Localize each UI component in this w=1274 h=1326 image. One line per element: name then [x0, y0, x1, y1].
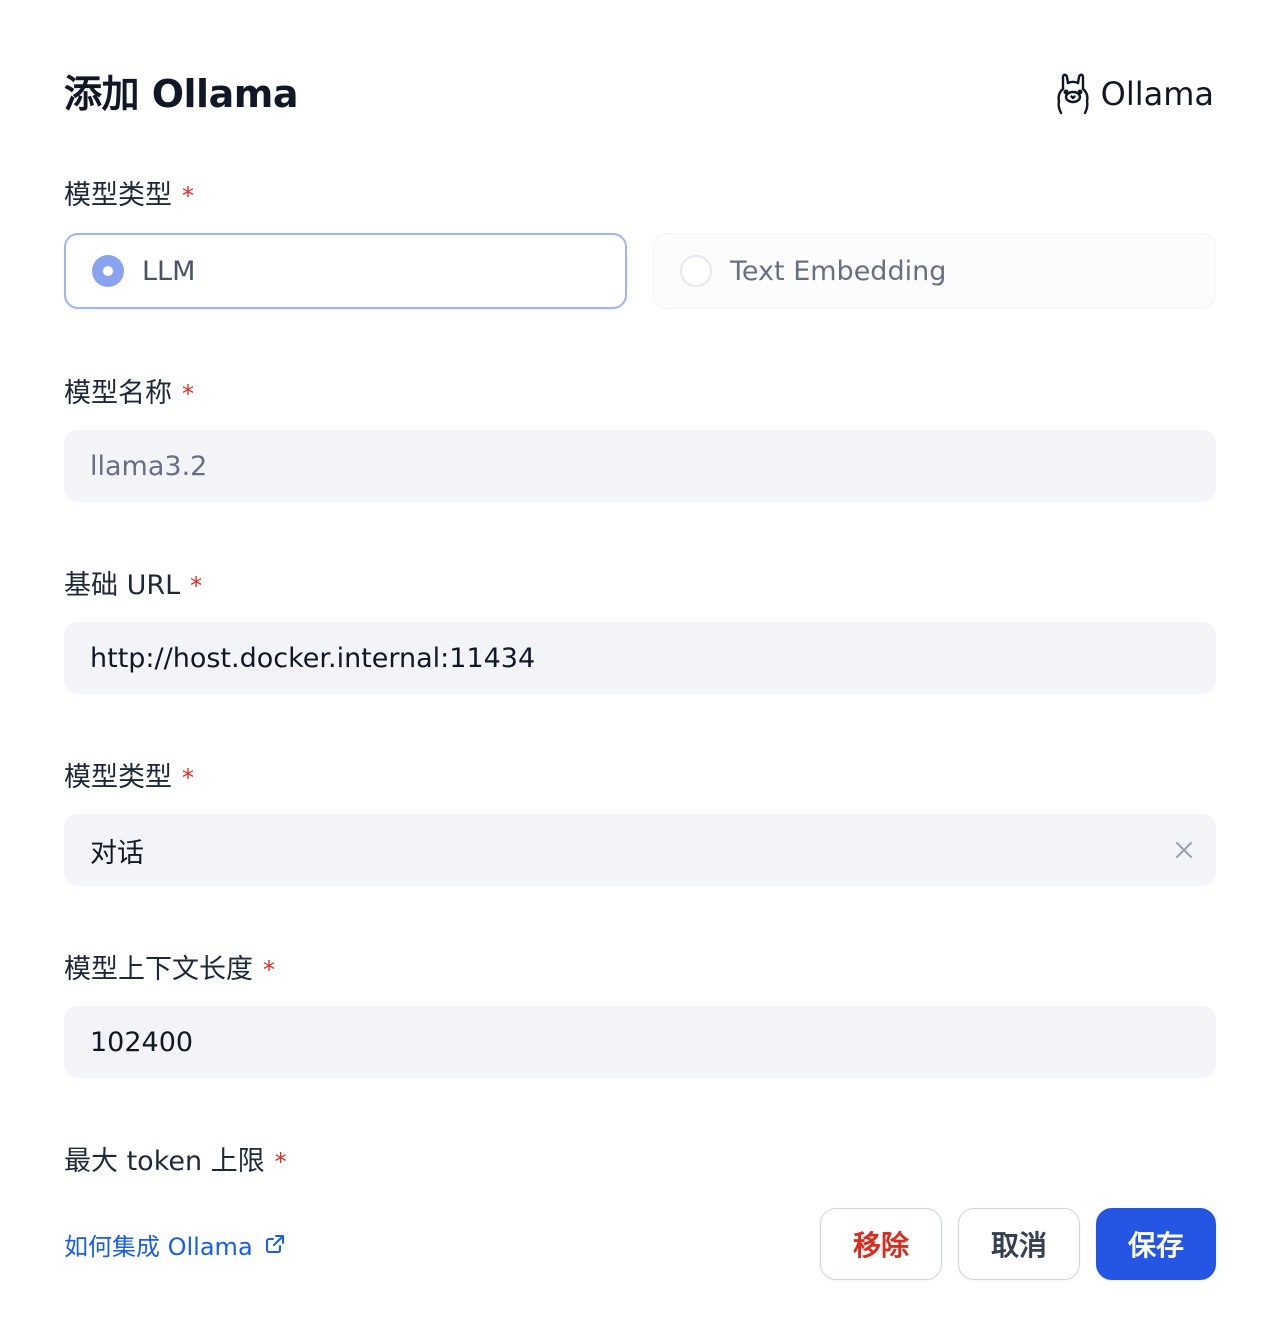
- model-type-option-label: Text Embedding: [730, 255, 947, 287]
- add-model-dialog: 添加 Ollama Ollama 模型类型 * LLM Text Embeddi…: [0, 0, 1274, 1326]
- required-mark: *: [182, 764, 194, 792]
- dialog-header: 添加 Ollama Ollama: [64, 70, 1214, 118]
- base-url-value: http://host.docker.internal:11434: [90, 642, 536, 674]
- save-button[interactable]: 保存: [1096, 1208, 1216, 1280]
- required-mark: *: [274, 1148, 287, 1176]
- required-mark: *: [190, 572, 203, 600]
- model-name-label: 模型名称 *: [64, 374, 194, 414]
- cancel-button[interactable]: 取消: [958, 1208, 1080, 1280]
- external-link-icon: [265, 1235, 284, 1253]
- model-mode-label: 模型类型 *: [64, 758, 194, 798]
- base-url-input[interactable]: http://host.docker.internal:11434: [64, 622, 1216, 694]
- model-type-label-text: 模型类型: [64, 180, 172, 211]
- radio-unchecked-icon: [680, 255, 712, 287]
- dialog-title: 添加 Ollama: [64, 72, 298, 116]
- clear-icon[interactable]: [1172, 838, 1196, 862]
- radio-checked-icon: [92, 255, 124, 287]
- model-type-label: 模型类型 *: [64, 176, 194, 216]
- remove-button[interactable]: 移除: [820, 1208, 942, 1280]
- model-mode-select[interactable]: 对话: [64, 814, 1216, 886]
- max-tokens-label-text: 最大 token 上限: [64, 1146, 265, 1177]
- help-link-label: 如何集成 Ollama: [64, 1232, 253, 1261]
- base-url-label-text: 基础 URL: [64, 570, 181, 601]
- context-length-label-text: 模型上下文长度: [64, 954, 253, 985]
- model-mode-label-text: 模型类型: [64, 762, 172, 793]
- model-name-input[interactable]: llama3.2: [64, 430, 1216, 502]
- max-tokens-label: 最大 token 上限 *: [64, 1142, 287, 1182]
- dialog-body: 模型类型 * LLM Text Embedding 模型名称 * llama3.…: [64, 176, 1216, 1186]
- model-type-option-llm[interactable]: LLM: [64, 233, 627, 309]
- base-url-label: 基础 URL *: [64, 566, 202, 606]
- required-mark: *: [182, 182, 194, 210]
- help-link[interactable]: 如何集成 Ollama: [64, 1208, 287, 1280]
- model-type-option-label: LLM: [142, 255, 196, 287]
- model-type-radio-group: LLM Text Embedding: [64, 233, 1216, 309]
- context-length-value: 102400: [90, 1026, 194, 1058]
- model-name-placeholder: llama3.2: [90, 450, 208, 482]
- model-type-option-text-embedding[interactable]: Text Embedding: [653, 233, 1216, 309]
- brand-logo: Ollama: [1055, 70, 1214, 118]
- context-length-input[interactable]: 102400: [64, 1006, 1216, 1078]
- required-mark: *: [182, 380, 194, 408]
- ollama-llama-icon: [1057, 73, 1089, 115]
- model-name-label-text: 模型名称: [64, 378, 172, 409]
- context-length-label: 模型上下文长度 *: [64, 950, 275, 990]
- model-mode-value: 对话: [90, 837, 144, 869]
- required-mark: *: [263, 956, 275, 984]
- brand-name: Ollama: [1100, 75, 1214, 113]
- dialog-footer: 如何集成 Ollama 移除 取消 保存: [64, 1208, 1216, 1280]
